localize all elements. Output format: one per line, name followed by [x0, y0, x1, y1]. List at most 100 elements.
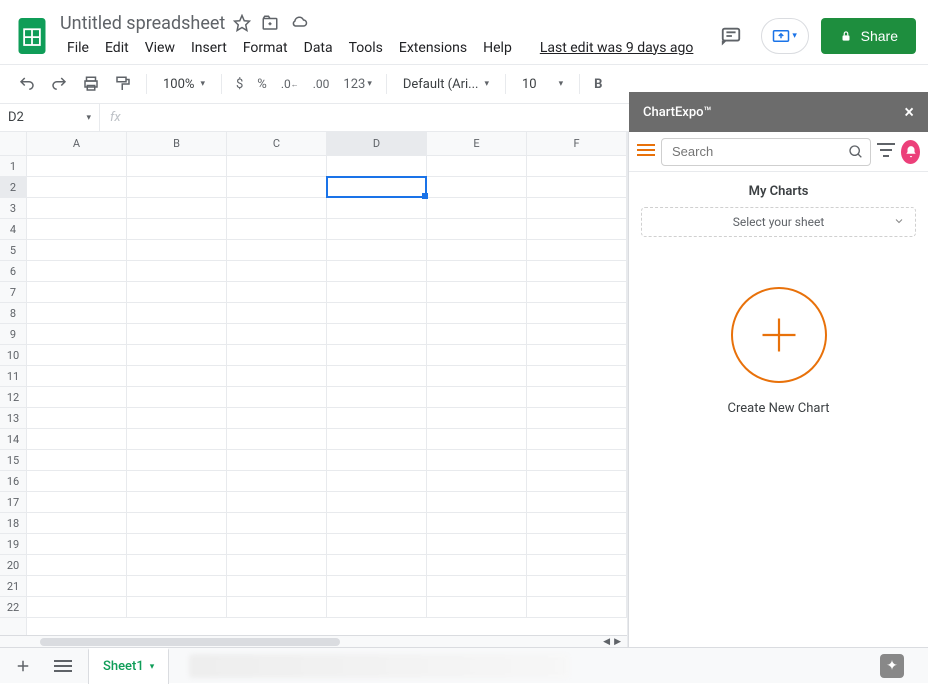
cell-A14[interactable]: [27, 429, 127, 450]
row-header-2[interactable]: 2: [0, 177, 26, 198]
cell-C19[interactable]: [227, 534, 327, 555]
notification-bell-icon[interactable]: [901, 140, 920, 164]
cell-A15[interactable]: [27, 450, 127, 471]
currency-icon[interactable]: $: [230, 73, 249, 96]
cell-B12[interactable]: [127, 387, 227, 408]
cell-F19[interactable]: [527, 534, 627, 555]
col-header-A[interactable]: A: [27, 132, 127, 155]
cell-A12[interactable]: [27, 387, 127, 408]
explore-button[interactable]: ✦: [880, 654, 904, 678]
cell-A19[interactable]: [27, 534, 127, 555]
cell-D8[interactable]: [327, 303, 427, 324]
name-box[interactable]: D2▾: [0, 104, 100, 131]
row-header-20[interactable]: 20: [0, 555, 26, 576]
cell-D1[interactable]: [327, 156, 427, 177]
row-header-21[interactable]: 21: [0, 576, 26, 597]
cell-E20[interactable]: [427, 555, 527, 576]
cell-B22[interactable]: [127, 597, 227, 618]
row-header-3[interactable]: 3: [0, 198, 26, 219]
cell-A6[interactable]: [27, 261, 127, 282]
cell-F1[interactable]: [527, 156, 627, 177]
cell-F13[interactable]: [527, 408, 627, 429]
cell-B15[interactable]: [127, 450, 227, 471]
share-button[interactable]: Share: [821, 18, 916, 54]
cell-E12[interactable]: [427, 387, 527, 408]
cell-D6[interactable]: [327, 261, 427, 282]
cell-D20[interactable]: [327, 555, 427, 576]
row-header-13[interactable]: 13: [0, 408, 26, 429]
move-icon[interactable]: [261, 14, 279, 32]
cell-C22[interactable]: [227, 597, 327, 618]
search-input[interactable]: [672, 144, 848, 159]
cell-E18[interactable]: [427, 513, 527, 534]
present-button[interactable]: ▾: [761, 18, 809, 54]
cell-A20[interactable]: [27, 555, 127, 576]
cell-C12[interactable]: [227, 387, 327, 408]
cell-C20[interactable]: [227, 555, 327, 576]
doc-title[interactable]: Untitled spreadsheet: [60, 13, 225, 34]
row-header-17[interactable]: 17: [0, 492, 26, 513]
cell-C17[interactable]: [227, 492, 327, 513]
zoom-selector[interactable]: 100%▾: [155, 77, 213, 92]
cell-E22[interactable]: [427, 597, 527, 618]
cell-D12[interactable]: [327, 387, 427, 408]
cell-C16[interactable]: [227, 471, 327, 492]
cell-D14[interactable]: [327, 429, 427, 450]
row-header-10[interactable]: 10: [0, 345, 26, 366]
select-sheet-dropdown[interactable]: Select your sheet: [641, 207, 916, 237]
col-header-E[interactable]: E: [427, 132, 527, 155]
row-header-4[interactable]: 4: [0, 219, 26, 240]
paint-format-icon[interactable]: [108, 71, 138, 97]
cell-F10[interactable]: [527, 345, 627, 366]
cell-D11[interactable]: [327, 366, 427, 387]
decrease-decimal-icon[interactable]: .0←: [275, 73, 305, 95]
cell-D16[interactable]: [327, 471, 427, 492]
cell-A21[interactable]: [27, 576, 127, 597]
cell-A1[interactable]: [27, 156, 127, 177]
cell-B4[interactable]: [127, 219, 227, 240]
all-sheets-button[interactable]: [48, 651, 78, 681]
cell-F17[interactable]: [527, 492, 627, 513]
col-header-D[interactable]: D: [327, 132, 427, 155]
cell-F7[interactable]: [527, 282, 627, 303]
star-icon[interactable]: [233, 14, 251, 32]
cell-F8[interactable]: [527, 303, 627, 324]
col-header-C[interactable]: C: [227, 132, 327, 155]
cell-C14[interactable]: [227, 429, 327, 450]
cell-C18[interactable]: [227, 513, 327, 534]
cell-F5[interactable]: [527, 240, 627, 261]
cell-C9[interactable]: [227, 324, 327, 345]
cell-E7[interactable]: [427, 282, 527, 303]
cell-E11[interactable]: [427, 366, 527, 387]
cell-F6[interactable]: [527, 261, 627, 282]
cell-C15[interactable]: [227, 450, 327, 471]
cell-E13[interactable]: [427, 408, 527, 429]
cell-A18[interactable]: [27, 513, 127, 534]
cell-C13[interactable]: [227, 408, 327, 429]
cell-C5[interactable]: [227, 240, 327, 261]
cell-E1[interactable]: [427, 156, 527, 177]
row-header-16[interactable]: 16: [0, 471, 26, 492]
cell-E3[interactable]: [427, 198, 527, 219]
col-header-B[interactable]: B: [127, 132, 227, 155]
cell-B11[interactable]: [127, 366, 227, 387]
cell-E5[interactable]: [427, 240, 527, 261]
cell-B8[interactable]: [127, 303, 227, 324]
cell-A13[interactable]: [27, 408, 127, 429]
menu-view[interactable]: View: [138, 36, 182, 60]
percent-icon[interactable]: %: [251, 73, 273, 96]
cell-B1[interactable]: [127, 156, 227, 177]
menu-insert[interactable]: Insert: [184, 36, 234, 60]
cell-E15[interactable]: [427, 450, 527, 471]
comments-icon[interactable]: [713, 18, 749, 54]
cell-E8[interactable]: [427, 303, 527, 324]
cell-C10[interactable]: [227, 345, 327, 366]
scroll-right-icon[interactable]: ▶: [614, 636, 621, 647]
menu-format[interactable]: Format: [236, 36, 295, 60]
cell-D7[interactable]: [327, 282, 427, 303]
cell-F14[interactable]: [527, 429, 627, 450]
cell-B7[interactable]: [127, 282, 227, 303]
row-header-9[interactable]: 9: [0, 324, 26, 345]
cell-F11[interactable]: [527, 366, 627, 387]
scroll-left-icon[interactable]: ◀: [603, 636, 610, 647]
